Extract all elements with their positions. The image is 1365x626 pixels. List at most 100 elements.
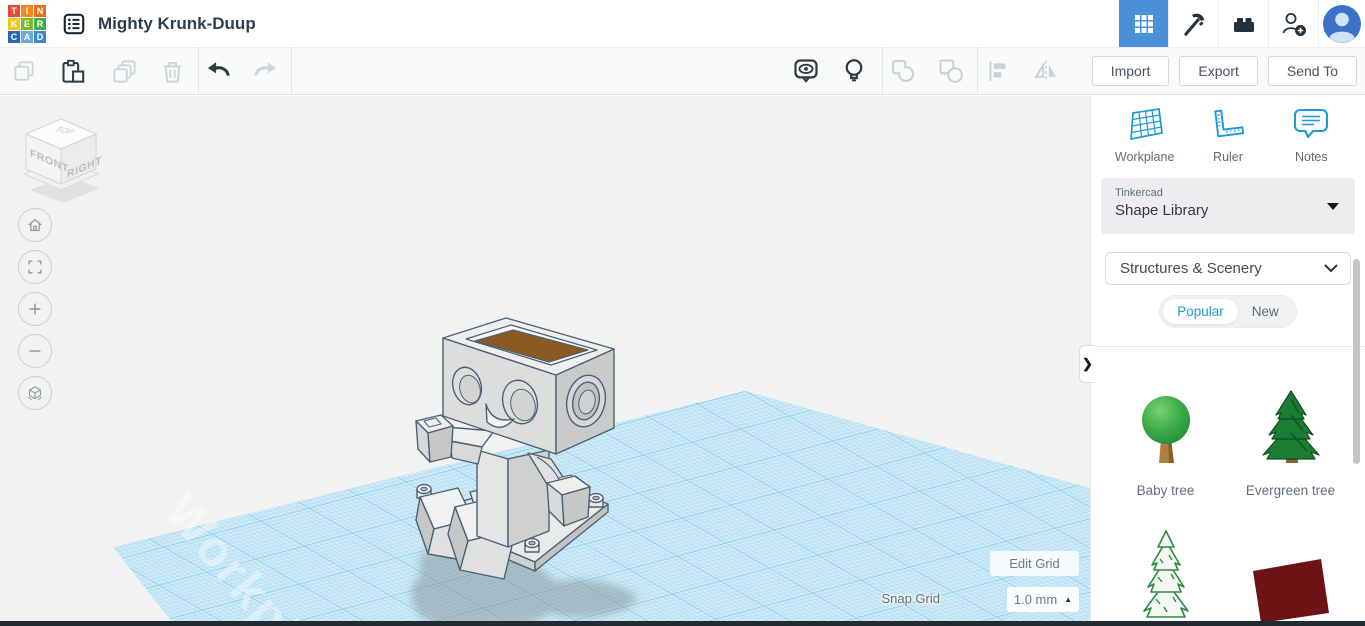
edit-grid-button[interactable]: Edit Grid [990,551,1079,576]
redo-button[interactable] [251,57,279,85]
shape-tile-evergreen-tree[interactable]: Evergreen tree [1228,373,1353,499]
pickaxe-icon [1183,13,1204,36]
logo-letter: N [34,4,46,17]
align-button[interactable] [984,57,1012,85]
avatar-icon [1323,4,1361,43]
show-all-button[interactable] [840,57,868,85]
workplane-grid-icon [1129,108,1163,140]
header: T I N K E R C A D Mighty Krunk-Duup [0,0,1365,47]
zoom-out-button[interactable] [18,334,52,368]
export-button[interactable]: Export [1179,56,1258,86]
mirror-button[interactable] [1032,57,1060,85]
lightbulb-icon [845,59,863,82]
shapes-panel: Workplane Ruler Notes Tinkercad Shape Li… [1090,96,1365,626]
home-icon [28,218,42,232]
shape-tile-snowy-tree[interactable] [1103,529,1228,626]
panel-scrollbar[interactable] [1353,259,1360,464]
design-title[interactable]: Mighty Krunk-Duup [98,14,256,34]
redo-icon [254,62,277,77]
perspective-toggle-button[interactable] [18,376,52,410]
shape-label: Evergreen tree [1245,483,1336,498]
dropdown-up-arrow-icon: ▲ [1064,595,1073,604]
plus-icon [29,303,41,315]
shape-tile-red-plane[interactable] [1228,529,1353,626]
tool-label: Ruler [1213,150,1243,164]
design-properties-button[interactable] [60,10,88,38]
snap-grid-label: Snap Grid [881,591,940,606]
duplicate-button[interactable] [110,57,138,85]
tool-label: Notes [1294,150,1328,164]
red-plane-icon [1252,559,1329,623]
view-cube[interactable]: TOP FRONT RIGHT [16,114,112,210]
paste-icon [61,59,84,83]
shape-sort-toggle: Popular New [1159,295,1297,328]
show-hide-button[interactable] [792,57,820,85]
align-icon [989,61,1006,81]
trash-icon [163,61,181,83]
header-app-switcher [1119,0,1365,47]
category-selected-value: Structures & Scenery [1120,260,1262,277]
library-name: Shape Library [1115,202,1209,219]
copy-button[interactable] [10,57,38,85]
chevron-right-icon: ❯ [1082,356,1093,371]
logo-letter: T [8,4,20,17]
copy-icon [14,61,34,81]
shape-library-dropdown[interactable]: Tinkercad Shape Library [1101,178,1355,234]
category-select[interactable]: Structures & Scenery [1105,252,1351,285]
ruler-tool-button[interactable]: Ruler [1193,106,1263,164]
send-to-button[interactable]: Send To [1267,56,1357,86]
tinkercad-app: T I N K E R C A D Mighty Krunk-Duup Impo… [0,0,1365,626]
panel-collapse-button[interactable]: ❯ [1079,345,1095,383]
shape-gallery: Baby tree Evergreen tree [1091,346,1365,626]
undo-button[interactable] [205,57,233,85]
shape-label: Baby tree [1136,483,1195,498]
tab-new[interactable]: New [1238,299,1293,324]
tab-popular[interactable]: Popular [1163,299,1238,324]
visibility-bubble-eye-icon [794,59,818,83]
user-avatar[interactable] [1318,0,1365,47]
import-button[interactable]: Import [1091,56,1170,86]
toolbar: Import Export Send To [0,47,1365,95]
logo-letter: R [34,17,46,30]
ungroup-icon [939,59,963,83]
view-controls [18,208,52,410]
lego-brick-icon [1233,17,1254,32]
zoom-in-button[interactable] [18,292,52,326]
delete-button[interactable] [158,57,186,85]
caret-down-icon [1327,203,1339,210]
viewport-3d[interactable]: Workplane [0,96,1090,626]
home-view-button[interactable] [18,208,52,242]
notes-tool-button[interactable]: Notes [1276,106,1346,164]
invite-collaborator-button[interactable] [1268,0,1318,47]
grid-icon [1134,14,1153,33]
workplane-tool-button[interactable]: Workplane [1110,106,1180,164]
minecraft-export-button[interactable] [1168,0,1218,47]
ruler-icon [1214,109,1245,138]
shape-tile-baby-tree[interactable]: Baby tree [1103,373,1228,499]
logo-letter: D [34,30,46,43]
logo-letter: K [8,17,20,30]
baby-tree-icon [1141,396,1190,463]
brick-export-button[interactable] [1218,0,1268,47]
snap-grid-dropdown[interactable]: 1.0 mm ▲ [1007,587,1079,612]
ungroup-button[interactable] [937,57,965,85]
paste-button[interactable] [58,57,86,85]
library-brand: Tinkercad [1115,187,1163,199]
fit-view-button[interactable] [18,250,52,284]
notes-icon [1294,108,1329,139]
scene: Workplane [113,317,1090,626]
group-icon [891,60,914,82]
minus-icon [29,350,41,352]
group-button[interactable] [889,57,917,85]
snap-grid-value: 1.0 mm [1013,592,1058,607]
properties-list-icon [63,13,85,34]
tool-label: Workplane [1114,150,1175,164]
tinkercad-logo[interactable]: T I N K E R C A D [8,4,46,43]
fit-view-icon [28,260,42,274]
mirror-flip-icon [1034,60,1056,82]
logo-letter: C [8,30,20,43]
perspective-cube-icon [28,386,42,401]
evergreen-tree-icon [1261,390,1320,463]
snowy-tree-icon [1142,530,1189,618]
dashboard-grid-button[interactable] [1119,0,1168,47]
